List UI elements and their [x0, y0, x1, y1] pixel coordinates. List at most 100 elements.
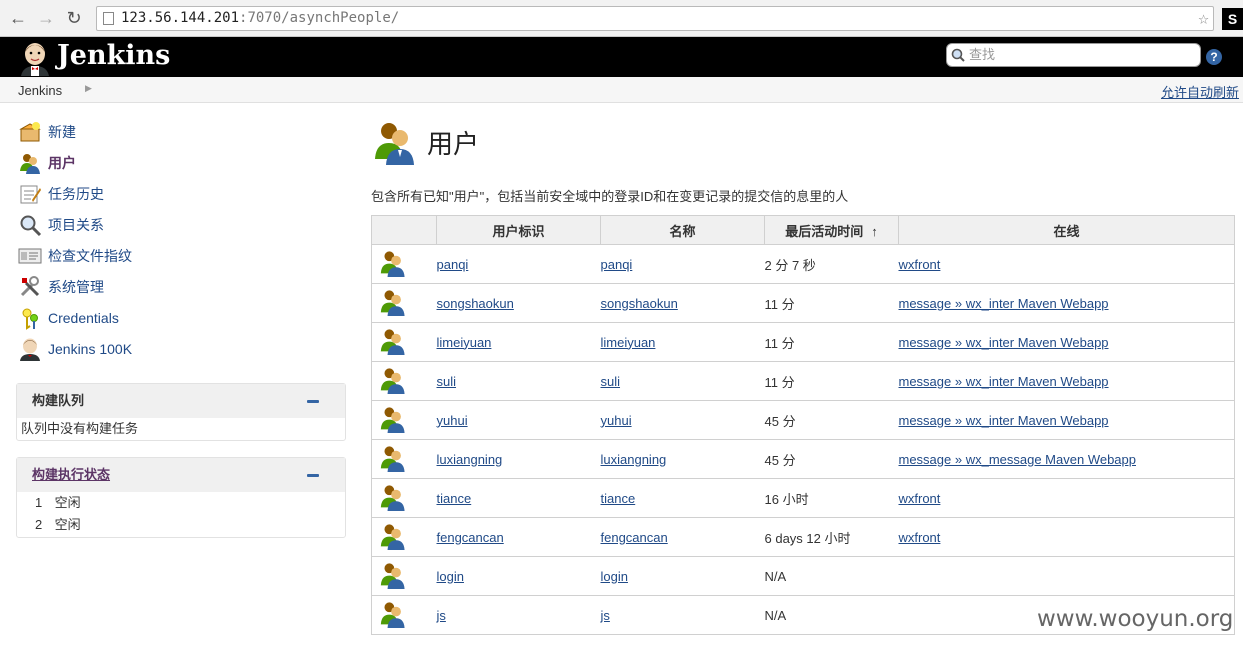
people-table: 用户标识 名称 最后活动时间 ↑ 在线 panqi panqi 2 分 7 秒 wxfr… [371, 215, 1235, 635]
user-id-link[interactable]: login [437, 569, 464, 584]
last-active-cell: 16 小时 [764, 478, 899, 518]
sidebar-item-new[interactable]: 新建 [18, 120, 76, 144]
column-header-last-active[interactable]: 最后活动时间 ↑ [764, 215, 899, 245]
user-avatar-icon[interactable] [371, 283, 437, 323]
sort-arrow-icon: ↑ [871, 223, 878, 239]
search-input[interactable]: 查找 [946, 43, 1201, 67]
sidebar-item-fingerprint[interactable]: 检查文件指纹 [18, 244, 132, 268]
user-id-link[interactable]: luxiangning [437, 452, 503, 467]
people-icon [20, 154, 40, 174]
page-description: 包含所有已知"用户"，包括当前安全域中的登录ID和在变更记录的提交信的息里的人 [371, 189, 849, 204]
sidebar-item-label: 检查文件指纹 [48, 248, 132, 264]
last-active-cell: 11 分 [764, 283, 899, 323]
reload-icon[interactable]: ↻ [64, 8, 84, 28]
executor-status-title[interactable]: 构建执行状态 [32, 467, 110, 482]
online-project-link[interactable]: wxfront [899, 257, 941, 272]
last-active-cell: N/A [764, 595, 899, 635]
online-project-link[interactable]: message » wx_inter Maven Webapp [899, 296, 1109, 311]
bookmark-star-icon[interactable]: ☆ [1198, 7, 1209, 30]
executor-status-header: 构建执行状态 [17, 458, 345, 492]
column-header-online[interactable]: 在线 [898, 215, 1235, 245]
table-row: tiance tiance 16 小时 wxfront [371, 478, 1235, 518]
build-queue-title: 构建队列 [32, 393, 85, 408]
people-large-icon [375, 123, 414, 165]
user-id-link[interactable]: songshaokun [437, 296, 514, 311]
address-bar[interactable]: 123.56.144.201:7070/asynchPeople/ ☆ [96, 6, 1214, 31]
user-name-link[interactable]: login [601, 569, 628, 584]
table-row: fengcancan fengcancan 6 days 12 小时 wxfront [371, 517, 1235, 557]
executor-row: 1 空闲 [17, 492, 345, 514]
online-project-link[interactable]: message » wx_inter Maven Webapp [899, 335, 1109, 350]
sidebar-item-label: 系统管理 [48, 279, 104, 295]
watermark: www.wooyun.org [1037, 606, 1234, 632]
user-avatar-icon[interactable] [371, 322, 437, 362]
user-name-link[interactable]: yuhui [601, 413, 632, 428]
help-icon[interactable]: ? [1206, 49, 1222, 65]
online-project-link[interactable]: wxfront [899, 491, 941, 506]
sidebar-item-jenkins-100k[interactable]: Jenkins 100K [18, 337, 132, 361]
breadcrumb: Jenkins ▶ 允许自动刷新 [0, 77, 1243, 103]
auto-refresh-link[interactable]: 允许自动刷新 [1161, 82, 1239, 101]
jenkins-logo-text[interactable]: Jenkins [57, 39, 170, 73]
sidebar-item-label: Jenkins 100K [48, 341, 133, 357]
last-active-cell: N/A [764, 556, 899, 596]
sidebar-item-label: Credentials [48, 310, 119, 326]
url-port: :7070 [239, 10, 282, 26]
last-active-cell: 45 分 [764, 439, 899, 479]
user-name-link[interactable]: panqi [601, 257, 633, 272]
user-avatar-icon[interactable] [371, 244, 437, 284]
user-name-link[interactable]: tiance [601, 491, 636, 506]
forward-icon[interactable]: → [36, 8, 56, 28]
user-id-link[interactable]: limeiyuan [437, 335, 492, 350]
column-header-user-id[interactable]: 用户标识 [436, 215, 601, 245]
collapse-icon[interactable] [307, 474, 319, 477]
last-active-cell: 11 分 [764, 322, 899, 362]
user-avatar-icon[interactable] [371, 361, 437, 401]
online-project-link[interactable]: wxfront [899, 530, 941, 545]
column-header-name[interactable]: 名称 [600, 215, 765, 245]
user-name-link[interactable]: suli [601, 374, 621, 389]
user-name-link[interactable]: songshaokun [601, 296, 678, 311]
extension-button[interactable]: S [1222, 8, 1243, 30]
search-icon [951, 48, 965, 62]
online-project-link[interactable]: message » wx_inter Maven Webapp [899, 413, 1109, 428]
jenkins-butler-icon[interactable] [18, 40, 52, 76]
url-path: /asynchPeople/ [281, 10, 400, 26]
user-avatar-icon[interactable] [371, 595, 437, 635]
executor-status: 空闲 [54, 495, 81, 510]
tools-icon [20, 276, 40, 297]
magnifier-icon [20, 215, 42, 237]
table-row: yuhui yuhui 45 分 message » wx_inter Maven W… [371, 400, 1235, 440]
build-queue-pane: 构建队列 队列中没有构建任务 [16, 383, 346, 441]
jenkins-header: Jenkins 查找 ? [0, 37, 1243, 77]
collapse-icon[interactable] [307, 400, 319, 403]
user-avatar-icon[interactable] [371, 556, 437, 596]
sidebar-item-manage[interactable]: 系统管理 [18, 275, 104, 299]
breadcrumb-arrow-icon[interactable]: ▶ [85, 83, 92, 94]
online-project-link[interactable]: message » wx_message Maven Webapp [899, 452, 1137, 467]
browser-toolbar: ← → ↻ 123.56.144.201:7070/asynchPeople/ … [0, 0, 1243, 37]
user-name-link[interactable]: fengcancan [601, 530, 668, 545]
user-avatar-icon[interactable] [371, 517, 437, 557]
user-avatar-icon[interactable] [371, 400, 437, 440]
user-id-link[interactable]: yuhui [437, 413, 468, 428]
user-id-link[interactable]: js [437, 608, 446, 623]
user-id-link[interactable]: panqi [437, 257, 469, 272]
sidebar-item-credentials[interactable]: Credentials [18, 306, 119, 330]
build-queue-empty: 队列中没有构建任务 [21, 421, 139, 436]
user-id-link[interactable]: tiance [437, 491, 472, 506]
user-id-link[interactable]: suli [437, 374, 457, 389]
sidebar-item-project-relationship[interactable]: 项目关系 [18, 213, 104, 237]
sidebar-item-build-history[interactable]: 任务历史 [18, 182, 104, 206]
user-avatar-icon[interactable] [371, 439, 437, 479]
user-name-link[interactable]: js [601, 608, 610, 623]
sidebar-item-people[interactable]: 用户 [18, 151, 76, 175]
back-icon[interactable]: ← [8, 8, 28, 28]
user-name-link[interactable]: limeiyuan [601, 335, 656, 350]
online-project-link[interactable]: message » wx_inter Maven Webapp [899, 374, 1109, 389]
user-avatar-icon[interactable] [371, 478, 437, 518]
user-name-link[interactable]: luxiangning [601, 452, 667, 467]
user-id-link[interactable]: fengcancan [437, 530, 504, 545]
credentials-keys-icon [22, 308, 38, 330]
breadcrumb-jenkins[interactable]: Jenkins [18, 83, 62, 98]
